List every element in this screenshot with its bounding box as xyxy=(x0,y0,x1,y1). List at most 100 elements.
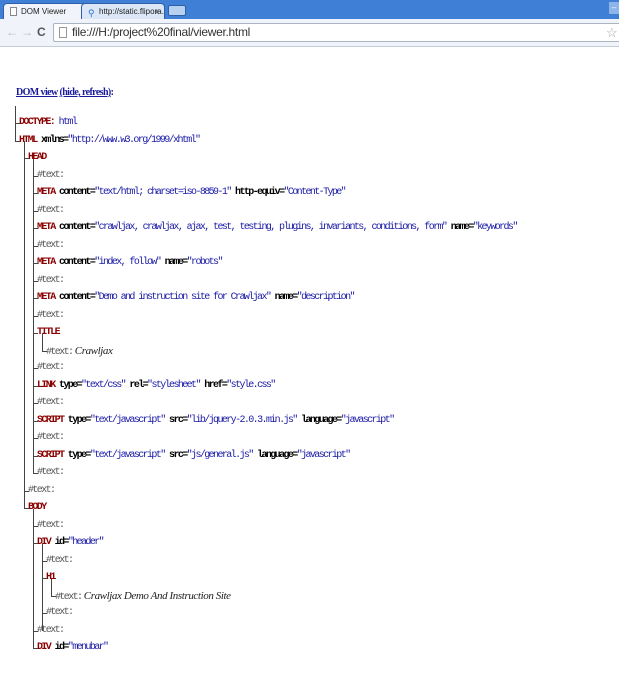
attr-name: rel= xyxy=(125,379,148,391)
attr-value: "robots" xyxy=(186,257,224,268)
text-content: Crawljax xyxy=(72,344,113,357)
tab-close-icon[interactable]: x xyxy=(155,4,159,19)
tree-connector xyxy=(33,508,34,648)
attr-name: type= xyxy=(54,379,83,391)
dom-node-body: BODY xyxy=(24,501,47,515)
attr-name: name= xyxy=(160,257,189,268)
dom-node-meta: META content="index, follow" name="robot… xyxy=(33,256,224,270)
text-label: #text: xyxy=(37,274,65,286)
dom-node-script: SCRIPT type="text/javascript" src="js/ge… xyxy=(33,448,351,463)
toolbar: ← → C file:///H:/project%20final/viewer.… xyxy=(0,19,619,47)
forward-arrow-icon[interactable]: → xyxy=(21,25,33,39)
attr-name: http-equiv= xyxy=(230,187,285,198)
tree-connector xyxy=(51,578,52,596)
dom-text-node: #text: xyxy=(23,483,56,498)
tab-strip: DOM Viewer x ⚲ http://static.flipora.com… xyxy=(0,0,619,19)
dom-text-node: #text: xyxy=(32,623,65,638)
dom-text-node: #text: xyxy=(32,168,65,183)
attr-value: "javascript" xyxy=(340,414,395,426)
attr-value: "description" xyxy=(296,292,356,303)
text-label: #text: xyxy=(37,362,65,373)
text-label: #text: xyxy=(46,607,74,618)
node-tag: DIV xyxy=(37,642,52,653)
text-label: #text: xyxy=(37,204,65,216)
tab-dom-viewer[interactable]: DOM Viewer x xyxy=(3,3,91,19)
attr-name: type= xyxy=(63,449,92,461)
dom-node-meta: META content="text/html; charset=iso-885… xyxy=(32,186,347,200)
dom-view-title: DOM view xyxy=(16,87,58,98)
attr-name: href= xyxy=(199,379,228,391)
node-tag: META xyxy=(37,292,56,303)
attr-name: content= xyxy=(54,222,96,233)
attr-value: "javascript" xyxy=(296,449,351,461)
attr-name: language= xyxy=(252,449,298,461)
attr-value: "style.css" xyxy=(226,379,276,391)
new-tab-button[interactable] xyxy=(168,5,186,16)
text-label: #text: xyxy=(37,169,65,181)
page-content: DOM view (hide, refresh): DOCTYPE: html H… xyxy=(0,47,619,691)
attr-name: src= xyxy=(164,449,188,461)
attr-value: "stylesheet" xyxy=(147,379,201,391)
tab-flipora[interactable]: ⚲ http://static.flipora.com/w x xyxy=(81,3,165,19)
dom-node-script: SCRIPT type="text/javascript" src="lib/j… xyxy=(33,413,395,428)
bookmark-star-icon[interactable]: ☆ xyxy=(606,24,618,41)
attr-value: "Content-Type" xyxy=(283,187,346,198)
text-label: #text: xyxy=(46,346,74,358)
dom-node-html: HTML xmlns="http://www.w3.org/1999/xhtml… xyxy=(14,133,201,148)
dom-text-node: #text: xyxy=(32,273,65,288)
attr-name: id= xyxy=(50,642,70,653)
attr-value: "text/javascript" xyxy=(89,449,166,461)
text-label: #text: xyxy=(46,554,74,566)
page-icon xyxy=(59,27,67,38)
dom-text-node: #text: xyxy=(32,396,65,410)
tree-connector xyxy=(15,106,16,141)
url-text[interactable]: file:///H:/project%20final/viewer.html xyxy=(72,24,250,41)
dom-node-div: DIV id="menubar" xyxy=(32,641,109,655)
text-content: Crawljax Demo And Instruction Site xyxy=(81,589,231,602)
tree-connector xyxy=(33,158,34,473)
reload-icon[interactable]: C xyxy=(37,25,46,39)
attr-value: "keywords" xyxy=(472,222,519,233)
back-arrow-icon[interactable]: ← xyxy=(6,25,18,39)
minimize-button[interactable]: – xyxy=(609,2,619,14)
dom-view-heading: DOM view (hide, refresh): xyxy=(16,87,114,98)
attr-value: "Demo and instruction site for Crawljax" xyxy=(94,292,272,303)
attr-value: "lib/jquery-2.0.3.min.js" xyxy=(186,414,299,426)
attr-name: content= xyxy=(54,257,96,268)
attr-value: "text/html; charset=iso-8859-1" xyxy=(94,187,232,198)
attr-name: content= xyxy=(54,187,96,198)
attr-value: "text/css" xyxy=(81,379,127,391)
text-label: #text: xyxy=(55,591,83,603)
node-tag: SCRIPT xyxy=(37,414,65,426)
attr-value: "header" xyxy=(67,537,105,548)
dom-text-node: #text: xyxy=(32,203,65,218)
node-tag: META xyxy=(37,187,56,198)
dom-node-div: DIV id="header" xyxy=(32,536,105,550)
dom-text-node: #text: xyxy=(32,431,65,445)
node-tag: SCRIPT xyxy=(37,449,65,461)
attr-name: name= xyxy=(446,222,475,233)
dom-text-node: #text: xyxy=(41,553,74,568)
dom-node-title: TITLE xyxy=(32,326,61,340)
attr-name: xmlns= xyxy=(36,134,69,146)
text-label: #text: xyxy=(37,309,65,321)
dom-text-node: #text: xyxy=(32,466,65,480)
text-label: #text: xyxy=(37,432,65,443)
node-tag: DOCTYPE: xyxy=(19,117,56,128)
node-tag: BODY xyxy=(28,502,47,513)
attr-name: language= xyxy=(296,414,342,426)
address-bar[interactable]: file:///H:/project%20final/viewer.html ☆ xyxy=(53,23,619,42)
node-tag: META xyxy=(37,257,56,268)
dom-text-node: #text: Crawljax xyxy=(42,343,113,358)
node-value: html xyxy=(54,117,78,128)
attr-value: "http://www.w3.org/1999/xhtml" xyxy=(67,134,201,146)
dom-text-node: #text: xyxy=(32,308,65,323)
attr-value: "text/javascript" xyxy=(89,414,166,426)
text-label: #text: xyxy=(37,467,65,478)
attr-name: content= xyxy=(54,292,96,303)
node-tag: TITLE xyxy=(37,327,61,338)
node-tag: DIV xyxy=(37,537,52,548)
hide-refresh-links[interactable]: (hide, refresh) xyxy=(59,87,111,98)
attr-value: "index, follow" xyxy=(94,257,162,268)
page-icon xyxy=(10,7,17,16)
